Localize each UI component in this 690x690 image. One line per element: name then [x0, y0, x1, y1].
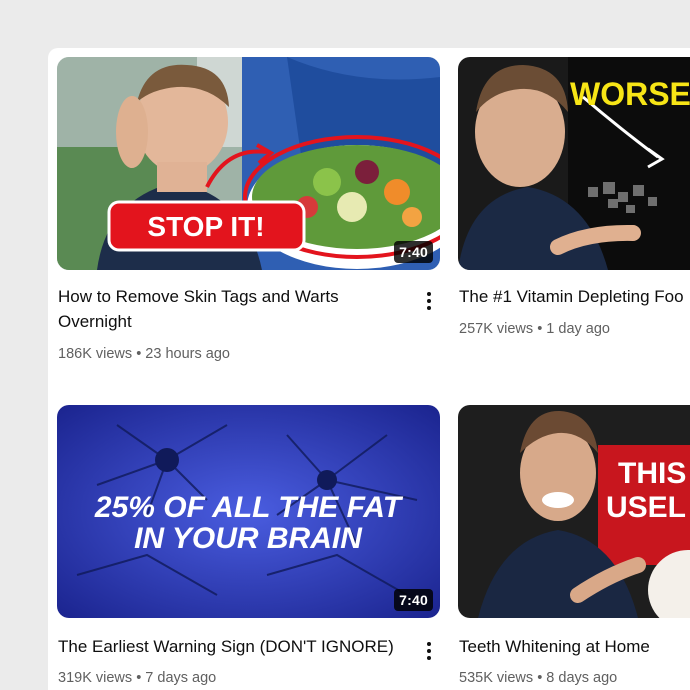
video-meta: 535K views • 8 days ago	[459, 668, 617, 688]
thumb-banner-text: STOP IT!	[147, 211, 264, 242]
video-meta: 257K views • 1 day ago	[459, 319, 610, 339]
thumb-line-2: USEL	[606, 491, 686, 524]
video-thumbnail[interactable]: STOP IT! 7:40	[57, 57, 440, 270]
video-title[interactable]: The #1 Vitamin Depleting Foo	[459, 284, 690, 309]
meta-separator: •	[136, 346, 142, 362]
video-thumbnail[interactable]: WORSE T	[458, 57, 690, 270]
more-options-icon[interactable]	[420, 638, 438, 664]
video-card[interactable]: WORSE T The #1 Vitamin Depleting Foo 257…	[458, 57, 690, 377]
video-duration: 7:40	[394, 589, 433, 611]
video-title[interactable]: The Earliest Warning Sign (DON'T IGNORE)	[58, 634, 398, 659]
thumb-line-1: 25% OF ALL THE FAT	[94, 491, 404, 524]
thumb-line-1: THIS	[618, 457, 686, 490]
view-count: 319K views	[58, 670, 133, 686]
video-grid: STOP IT! 7:40 How to Remove Skin Tags an…	[48, 48, 690, 690]
view-count: 535K views	[459, 670, 534, 686]
video-card[interactable]: THIS USEL Teeth Whitening at Home 535K v…	[458, 405, 690, 690]
upload-age: 7 days ago	[145, 670, 217, 686]
video-title[interactable]: Teeth Whitening at Home	[459, 634, 690, 659]
upload-age: 1 day ago	[546, 321, 610, 337]
meta-separator: •	[537, 670, 543, 686]
video-meta: 186K views • 23 hours ago	[58, 344, 230, 364]
video-duration: 7:40	[394, 241, 433, 263]
more-options-icon[interactable]	[420, 288, 438, 314]
meta-separator: •	[136, 670, 142, 686]
view-count: 186K views	[58, 346, 133, 362]
upload-age: 8 days ago	[546, 670, 618, 686]
video-title[interactable]: How to Remove Skin Tags and Warts Overni…	[58, 284, 388, 334]
video-card[interactable]: 25% OF ALL THE FAT IN YOUR BRAIN 7:40 Th…	[57, 405, 440, 690]
video-thumbnail[interactable]: 25% OF ALL THE FAT IN YOUR BRAIN 7:40	[57, 405, 440, 618]
thumb-line-2: IN YOUR BRAIN	[134, 522, 363, 555]
device-frame: STOP IT! 7:40 How to Remove Skin Tags an…	[0, 0, 690, 690]
video-meta: 319K views • 7 days ago	[58, 668, 216, 688]
video-card[interactable]: STOP IT! 7:40 How to Remove Skin Tags an…	[57, 57, 440, 377]
view-count: 257K views	[459, 321, 534, 337]
video-thumbnail[interactable]: THIS USEL	[458, 405, 690, 618]
meta-separator: •	[537, 321, 543, 337]
thumb-banner-text: WORSE T	[570, 76, 690, 112]
upload-age: 23 hours ago	[145, 346, 230, 362]
